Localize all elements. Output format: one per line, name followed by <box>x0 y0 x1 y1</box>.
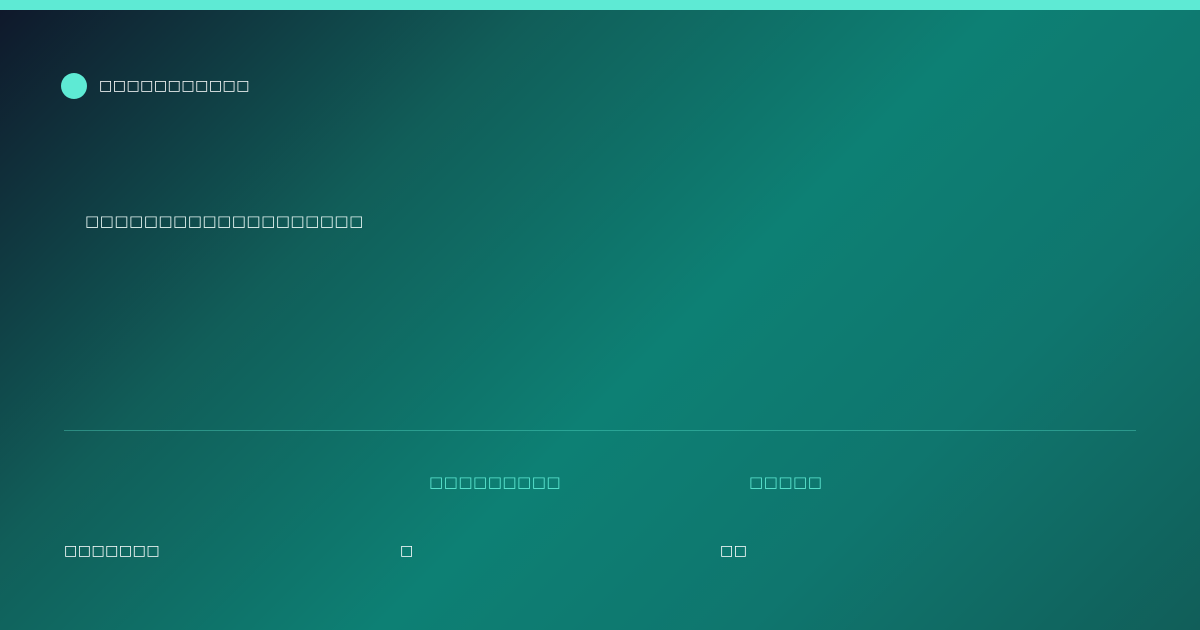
top-accent-bar <box>0 0 1200 10</box>
divider <box>64 430 1136 431</box>
brand: □□□□□□□□□□□ <box>61 73 250 99</box>
row-cell-3: □□ <box>720 543 748 559</box>
column-header-1: □□□□□□□□□ <box>429 473 562 491</box>
row-cell-2: □ <box>400 543 414 559</box>
column-header-2: □□□□□ <box>749 473 823 491</box>
brand-name: □□□□□□□□□□□ <box>99 78 251 94</box>
tagline: □□□□□□□□□□□□□□□□□□□ <box>85 212 364 230</box>
brand-logo-dot-icon <box>61 73 87 99</box>
row-cell-1: □□□□□□□ <box>64 543 161 559</box>
